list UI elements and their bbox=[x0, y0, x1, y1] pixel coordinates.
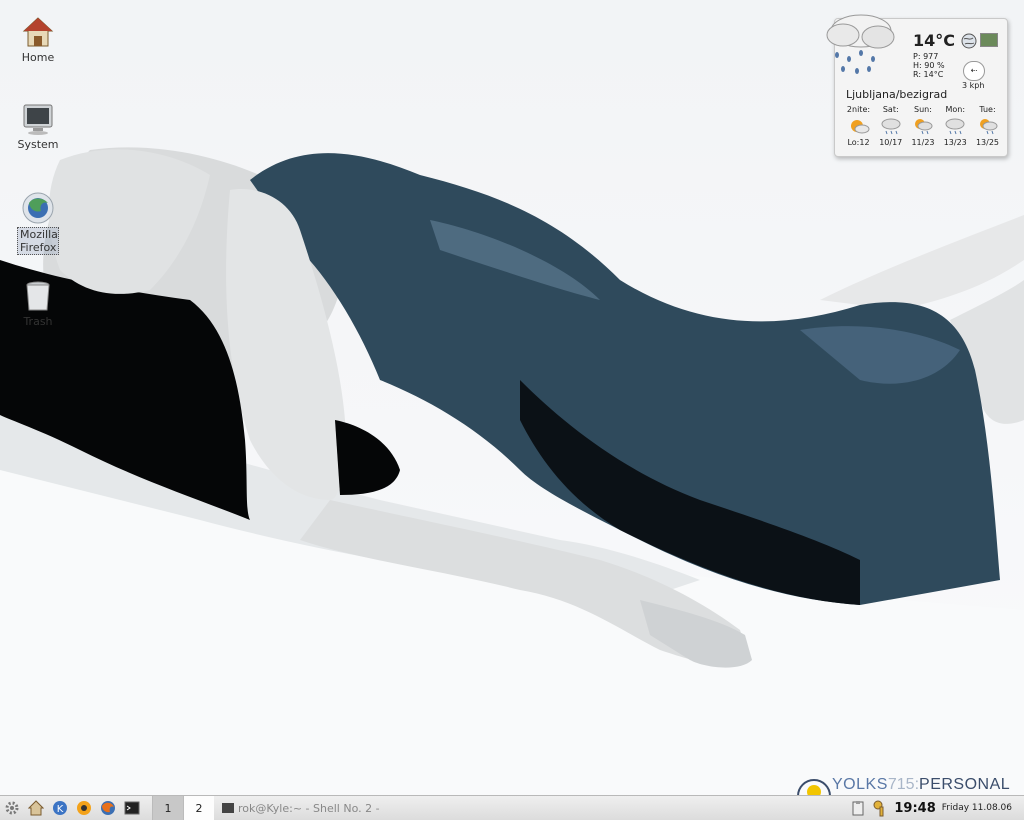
yolks-logo bbox=[797, 779, 831, 796]
sun-rain-icon bbox=[979, 119, 997, 135]
forecast-temps: 10/17 bbox=[879, 138, 903, 147]
brand-personal: PERSONAL bbox=[919, 776, 1011, 793]
taskbar-window-button[interactable]: rok@Kyle:~ - Shell No. 2 - bbox=[222, 802, 380, 815]
forecast-day-label: 2nite: bbox=[846, 105, 871, 114]
forecast-day: Mon: 13/23 bbox=[940, 105, 971, 147]
forecast-temps: 13/25 bbox=[975, 138, 1000, 147]
desktop-icon-firefox[interactable]: Mozilla Firefox bbox=[8, 191, 68, 255]
kgpg-key-icon[interactable] bbox=[872, 799, 890, 817]
home-icon bbox=[22, 17, 54, 47]
wind-icon: ⇠ bbox=[963, 61, 985, 81]
pressure: P: 977 bbox=[913, 52, 939, 61]
forecast-day: 2nite: Lo:12 bbox=[843, 105, 874, 147]
desktop-icon-label: Home bbox=[21, 51, 55, 64]
computer-icon bbox=[23, 104, 53, 135]
forecast: 2nite: Lo:12 Sat: 10/17 Sun: 11/23 Mon: … bbox=[843, 105, 1003, 147]
firefox-launcher[interactable] bbox=[96, 796, 120, 820]
rain-cloud-icon bbox=[945, 118, 965, 135]
firefox-icon bbox=[22, 192, 54, 224]
forecast-day-label: Mon: bbox=[945, 105, 966, 114]
desktop-icon-system[interactable]: System bbox=[8, 102, 68, 151]
brand-yolks: YOLKS bbox=[832, 776, 888, 793]
terminal-icon bbox=[222, 803, 234, 813]
desktop-icon-home[interactable]: Home bbox=[8, 15, 68, 64]
wind-speed: 3 kph bbox=[962, 81, 985, 90]
browser-launcher[interactable] bbox=[72, 796, 96, 820]
rain-cloud-icon bbox=[881, 118, 901, 135]
realfeel: R: 14°C bbox=[913, 70, 944, 79]
browser-icon bbox=[77, 801, 91, 815]
system-tray: 19:48 Friday 11.08.06 bbox=[850, 796, 1024, 820]
task-title: rok@Kyle:~ - Shell No. 2 - bbox=[238, 801, 380, 815]
kde-menu-button[interactable] bbox=[0, 796, 24, 820]
weather-widget[interactable]: 14°C P: 977 H: 90 % R: 14°C ⇠ 3 kph Ljub… bbox=[826, 14, 1008, 157]
terminal-icon bbox=[124, 801, 140, 815]
wallpaper-branding: YOLKS 715 : PERSONAL bbox=[796, 774, 1010, 796]
clipboard-icon[interactable] bbox=[850, 800, 866, 816]
forecast-day-label: Sat: bbox=[882, 105, 899, 114]
humidity: H: 90 % bbox=[913, 61, 945, 70]
desktop-icon-label: System bbox=[17, 138, 59, 151]
forecast-day: Tue: 13/25 bbox=[972, 105, 1003, 147]
desktop-pager: 1 2 bbox=[152, 796, 214, 820]
current-temperature: 14°C bbox=[913, 31, 956, 50]
forecast-day: Sun: 11/23 bbox=[908, 105, 939, 147]
weather-location: Ljubljana/bezigrad bbox=[846, 88, 948, 101]
forecast-day: Sat: 10/17 bbox=[875, 105, 906, 147]
forecast-temps: 11/23 bbox=[911, 138, 935, 147]
konqueror-launcher[interactable]: K bbox=[48, 796, 72, 820]
terminal-launcher[interactable] bbox=[120, 796, 144, 820]
forecast-temps: 13/23 bbox=[943, 138, 967, 147]
desktop-icon-trash[interactable]: Trash bbox=[8, 279, 68, 328]
pager-desktop-1[interactable]: 1 bbox=[152, 796, 183, 820]
sun-rain-icon bbox=[915, 119, 933, 135]
home-icon bbox=[28, 800, 44, 816]
forecast-temps: Lo:12 bbox=[847, 138, 870, 147]
forecast-day-label: Tue: bbox=[979, 105, 996, 114]
map-icon[interactable] bbox=[980, 33, 998, 47]
home-launcher[interactable] bbox=[24, 796, 48, 820]
kde-menu-icon bbox=[5, 801, 19, 815]
trash-icon bbox=[26, 281, 50, 311]
brand-number: 715 bbox=[887, 776, 915, 793]
clock-time[interactable]: 19:48 bbox=[894, 801, 935, 816]
partly-sunny-icon bbox=[850, 120, 869, 134]
svg-text:K: K bbox=[57, 804, 64, 815]
desktop-icon-label: Trash bbox=[23, 315, 53, 328]
weather-details: P: 977 H: 90 % R: 14°C bbox=[913, 52, 945, 79]
clock-date[interactable]: Friday 11.08.06 bbox=[942, 803, 1012, 813]
firefox-icon bbox=[101, 801, 115, 815]
konqueror-icon: K bbox=[53, 801, 67, 815]
forecast-day-label: Sun: bbox=[914, 105, 932, 114]
taskbar: K 1 2 rok@Kyle:~ - Shell No. 2 - 19:48 F… bbox=[0, 795, 1024, 820]
globe-icon[interactable] bbox=[961, 33, 977, 49]
pager-desktop-2[interactable]: 2 bbox=[183, 796, 214, 820]
rain-cloud-icon bbox=[826, 14, 895, 74]
desktop-icon-label: Mozilla Firefox bbox=[17, 227, 59, 255]
